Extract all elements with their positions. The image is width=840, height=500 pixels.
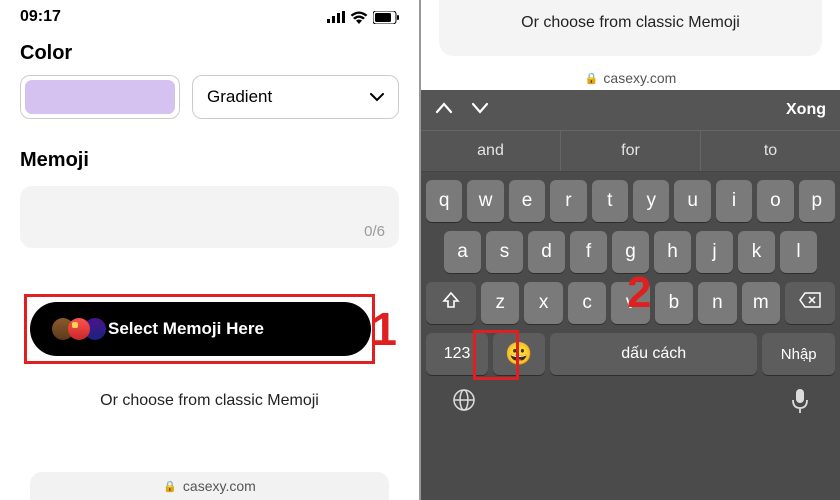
memoji-input[interactable]: 0/6 (20, 186, 399, 248)
right-panel: Or choose from classic Memoji 🔒 casexy.c… (421, 0, 840, 500)
memoji-section-label: Memoji (20, 149, 399, 172)
key-y[interactable]: y (633, 180, 669, 222)
key-m[interactable]: m (742, 282, 780, 324)
status-bar: 09:17 (0, 0, 419, 30)
suggestion-bar: and for to (421, 130, 840, 172)
microphone-icon[interactable] (791, 388, 809, 420)
key-t[interactable]: t (592, 180, 628, 222)
suggestion-item[interactable]: for (561, 131, 701, 171)
key-x[interactable]: x (524, 282, 562, 324)
key-z[interactable]: z (481, 282, 519, 324)
key-j[interactable]: j (696, 231, 733, 273)
status-icons (327, 11, 399, 24)
keyboard-toolbar: Xong (421, 90, 840, 130)
lock-icon: 🔒 (163, 480, 177, 493)
color-swatch-picker[interactable] (20, 75, 180, 119)
keyboard-next-icon[interactable] (471, 101, 489, 119)
keyboard-prev-icon[interactable] (435, 101, 453, 119)
backspace-icon (799, 292, 821, 314)
key-r[interactable]: r (550, 180, 586, 222)
key-shift[interactable] (426, 282, 476, 324)
chevron-down-icon (370, 87, 384, 107)
suggestion-item[interactable]: to (701, 131, 840, 171)
annotation-highlight-2 (473, 330, 519, 380)
key-p[interactable]: p (799, 180, 835, 222)
key-n[interactable]: n (698, 282, 736, 324)
key-w[interactable]: w (467, 180, 503, 222)
address-bar-right[interactable]: 🔒 casexy.com (421, 64, 840, 90)
keyboard: q w e r t y u i o p a s d f g h j k l z (421, 172, 840, 500)
key-f[interactable]: f (570, 231, 607, 273)
key-e[interactable]: e (509, 180, 545, 222)
address-bar[interactable]: 🔒 casexy.com (30, 472, 389, 500)
battery-icon (373, 11, 399, 24)
globe-icon[interactable] (452, 388, 476, 420)
key-s[interactable]: s (486, 231, 523, 273)
key-d[interactable]: d (528, 231, 565, 273)
cellular-signal-icon (327, 11, 345, 23)
key-c[interactable]: c (568, 282, 606, 324)
key-g[interactable]: g (612, 231, 649, 273)
key-b[interactable]: b (655, 282, 693, 324)
status-time: 09:17 (20, 8, 61, 26)
lock-icon: 🔒 (585, 72, 599, 85)
gradient-dropdown[interactable]: Gradient (192, 75, 399, 119)
classic-memoji-card[interactable]: Or choose from classic Memoji (439, 0, 822, 56)
wifi-icon (350, 11, 368, 24)
key-o[interactable]: o (757, 180, 793, 222)
shift-icon (442, 291, 460, 315)
key-enter[interactable]: Nhập (762, 333, 835, 375)
annotation-step-1: 1 (371, 302, 397, 356)
keyboard-done-button[interactable]: Xong (786, 101, 826, 119)
key-h[interactable]: h (654, 231, 691, 273)
url-text: casexy.com (183, 478, 256, 494)
key-q[interactable]: q (426, 180, 462, 222)
suggestion-item[interactable]: and (421, 131, 561, 171)
memoji-counter: 0/6 (364, 223, 385, 240)
swatch-preview (25, 80, 175, 114)
key-space[interactable]: dấu cách (550, 333, 757, 375)
classic-memoji-card-label: Or choose from classic Memoji (521, 14, 740, 31)
url-text-right: casexy.com (603, 70, 676, 86)
key-backspace[interactable] (785, 282, 835, 324)
key-i[interactable]: i (716, 180, 752, 222)
annotation-step-2: 2 (627, 268, 651, 318)
left-panel: 09:17 Color Gradient (0, 0, 419, 500)
color-section-label: Color (20, 42, 399, 65)
key-u[interactable]: u (674, 180, 710, 222)
gradient-dropdown-label: Gradient (207, 87, 272, 107)
key-a[interactable]: a (444, 231, 481, 273)
key-l[interactable]: l (780, 231, 817, 273)
classic-memoji-prompt: Or choose from classic Memoji (20, 392, 399, 410)
key-k[interactable]: k (738, 231, 775, 273)
